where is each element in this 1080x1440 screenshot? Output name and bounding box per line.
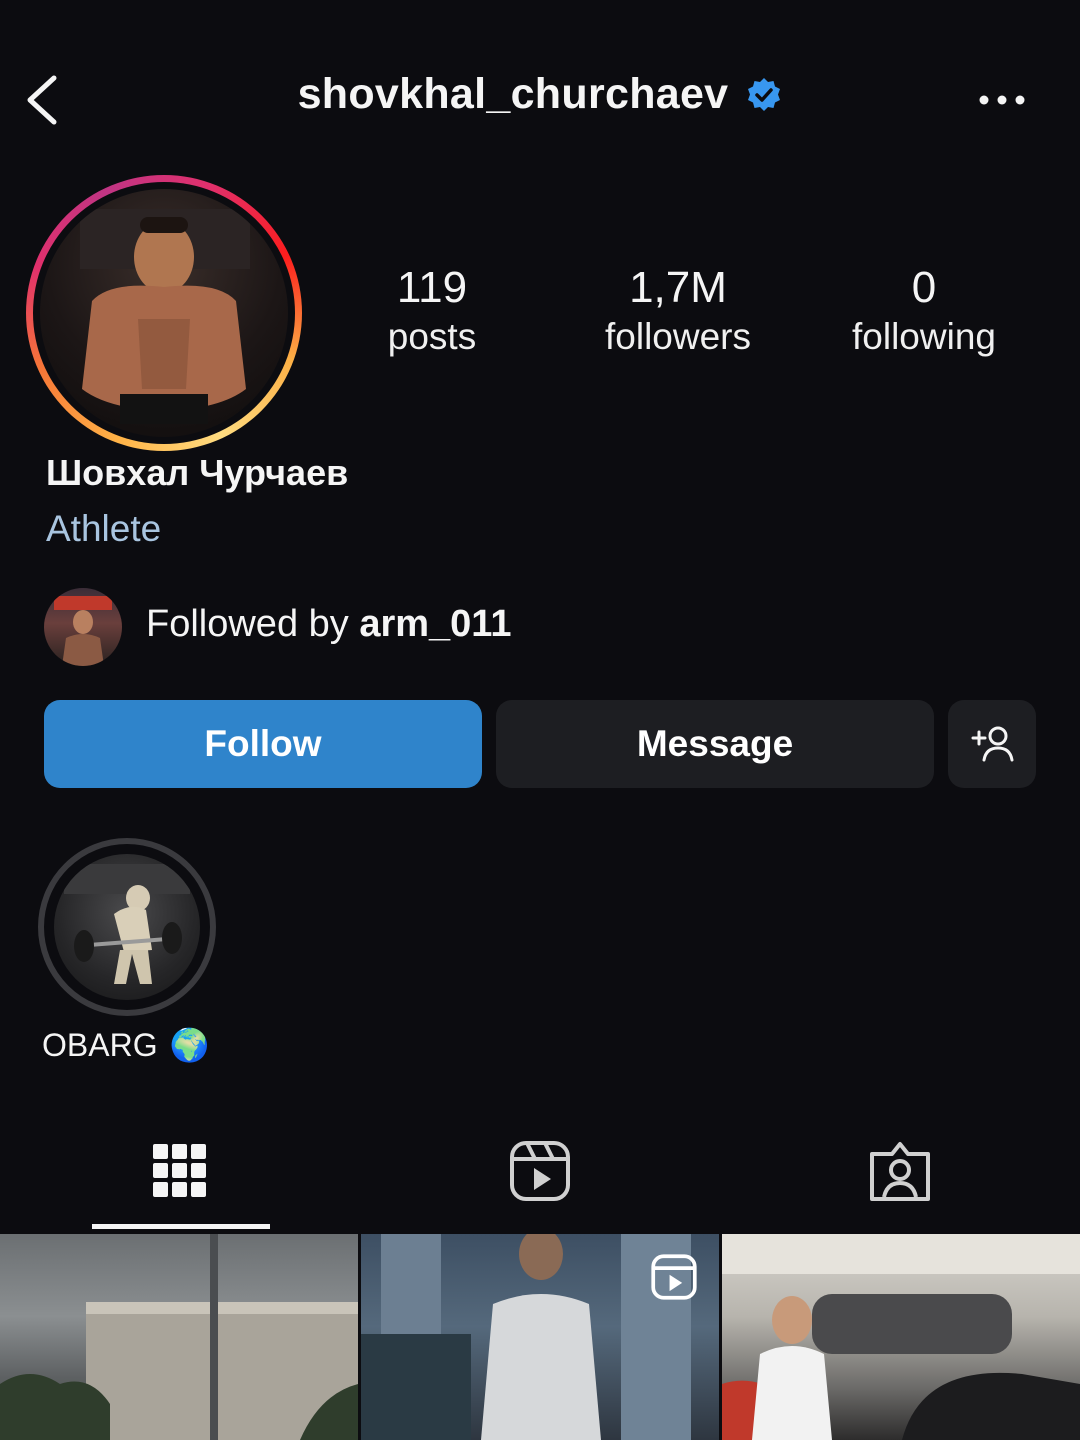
followed-by-username[interactable]: arm_011	[359, 603, 511, 645]
reels-icon	[510, 1141, 570, 1201]
followed-by-avatar[interactable]	[44, 588, 122, 666]
followers-count: 1,7M	[629, 263, 727, 312]
highlight-cover	[54, 854, 200, 1000]
active-tab-indicator	[92, 1224, 270, 1229]
globe-emoji: 🌍	[169, 1027, 210, 1063]
tab-reels[interactable]	[509, 1140, 571, 1202]
avatar-photo	[40, 189, 288, 437]
profile-username: shovkhal_churchaev	[297, 70, 729, 118]
grid-icon	[153, 1144, 206, 1197]
suggested-users-button[interactable]	[948, 700, 1036, 788]
more-horizontal-icon	[979, 95, 1025, 105]
following-count: 0	[911, 263, 937, 312]
message-button-label: Message	[636, 723, 794, 764]
post-thumbnail[interactable]	[361, 1234, 719, 1440]
following-label: following	[852, 316, 996, 357]
followed-by-prefix: Followed by	[146, 603, 360, 645]
story-highlight[interactable]	[38, 838, 216, 1016]
follow-button-label: Follow	[204, 723, 322, 764]
post-thumbnail[interactable]	[722, 1234, 1080, 1440]
posts-count: 119	[396, 263, 468, 312]
add-user-icon	[971, 726, 1014, 762]
post-thumbnail[interactable]	[0, 1234, 358, 1440]
header: shovkhal_churchaev	[0, 70, 1080, 119]
tagged-icon	[870, 1142, 930, 1201]
more-options-button[interactable]	[978, 90, 1028, 110]
followed-by-text[interactable]: Followed by arm_011	[146, 603, 511, 646]
highlight-title: OBARG	[42, 1026, 158, 1063]
verified-badge-icon	[746, 77, 782, 113]
followers-label: followers	[605, 316, 751, 357]
stat-following[interactable]: 0 following	[814, 262, 1034, 360]
follow-button[interactable]: Follow	[44, 700, 482, 788]
stat-followers[interactable]: 1,7M followers	[568, 262, 788, 360]
tab-grid[interactable]	[149, 1140, 211, 1202]
stat-posts[interactable]: 119 posts	[322, 262, 542, 360]
profile-full-name: Шовхал Чурчаев	[46, 452, 349, 493]
tab-tagged[interactable]	[869, 1140, 931, 1202]
message-button[interactable]: Message	[496, 700, 934, 788]
reels-icon	[651, 1254, 697, 1300]
profile-category: Athlete	[46, 508, 162, 549]
profile-screen: shovkhal_churchaev 119 posts 1,7M follow…	[0, 0, 1080, 1440]
profile-avatar[interactable]	[26, 175, 302, 451]
highlight-label: OBARG 🌍	[42, 1026, 209, 1064]
posts-label: posts	[387, 316, 477, 357]
